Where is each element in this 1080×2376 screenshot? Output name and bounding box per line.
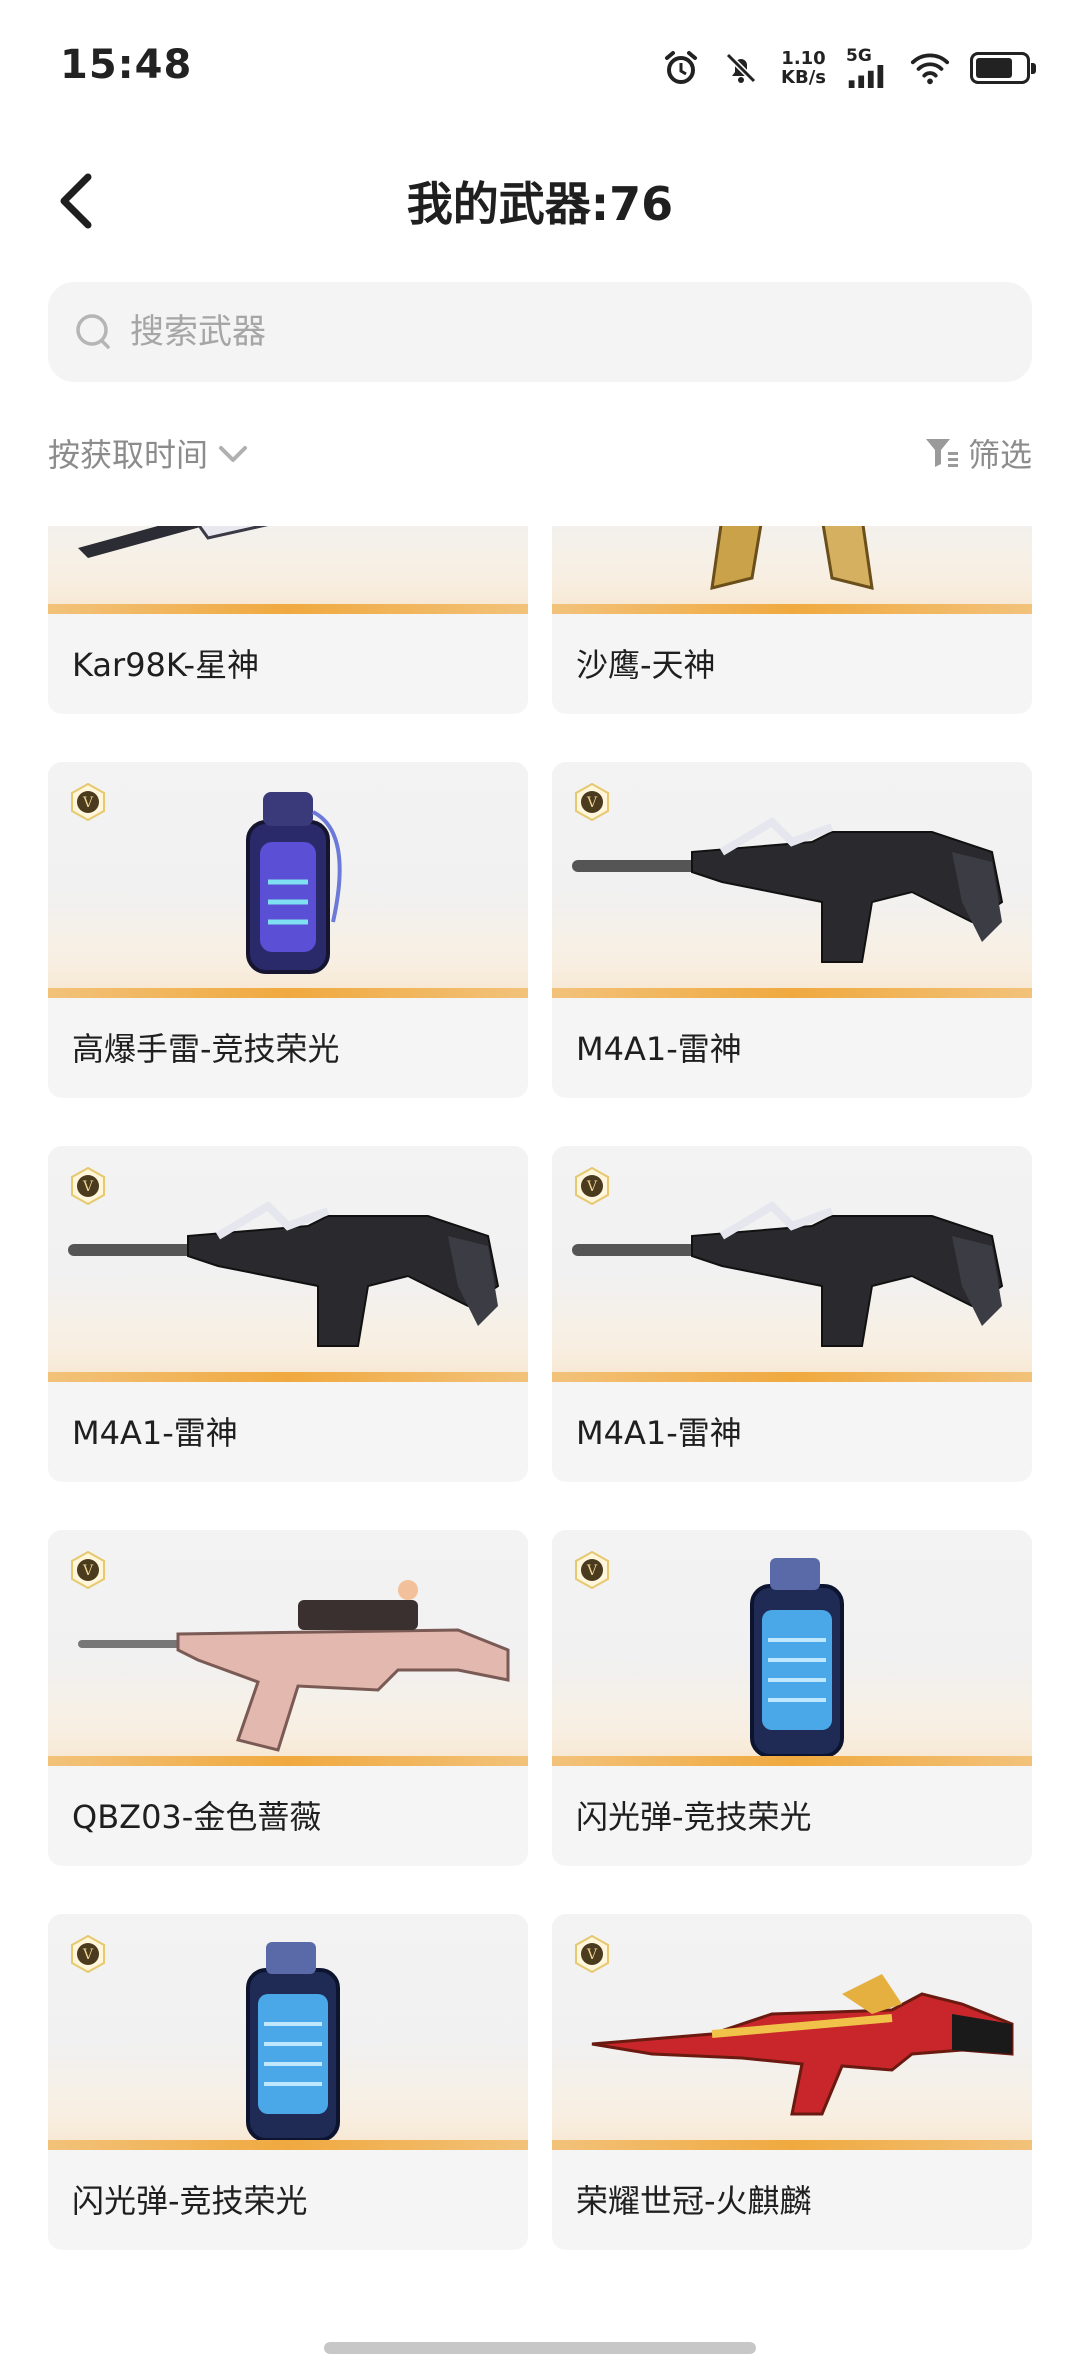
weapon-name: 闪光弹-竞技荣光 [576, 1798, 812, 1836]
weapon-card[interactable]: V M4A1-雷神 [552, 1146, 1032, 1482]
v-badge-icon: V [575, 1550, 609, 1590]
svg-text:V: V [586, 795, 598, 811]
weapon-card[interactable]: V QBZ03-金色蔷薇 [48, 1530, 528, 1866]
page-title: 我的武器:76 [406, 177, 674, 231]
weapon-card[interactable]: V 沙鹰-天神 [552, 526, 1032, 714]
filter-label: 筛选 [967, 436, 1032, 474]
search-input[interactable] [128, 311, 992, 353]
v-badge-icon: V [71, 1934, 105, 1974]
weapon-art [572, 816, 1004, 963]
weapon-image: V [552, 1530, 1032, 1766]
weapon-art [68, 1200, 500, 1347]
weapon-image: V [48, 526, 528, 614]
weapon-image: V [552, 1146, 1032, 1382]
v-badge-icon: V [575, 782, 609, 822]
signal-icon: 5G [846, 48, 890, 88]
wifi-icon [910, 48, 950, 88]
weapon-art [78, 1580, 510, 1752]
status-time: 15:48 [60, 42, 193, 88]
weapon-image: V [552, 762, 1032, 998]
weapon-card[interactable]: V 荣耀世冠-火麒麟 [552, 1914, 1032, 2250]
svg-text:V: V [82, 1947, 94, 1963]
weapon-name: Kar98K-星神 [72, 646, 260, 684]
status-icons: 1.10 KB/s 5G [661, 48, 1036, 88]
search-icon [76, 314, 110, 349]
weapon-image: V [552, 526, 1032, 614]
weapon-card[interactable]: V 闪光弹-竞技荣光 [552, 1530, 1032, 1866]
net-speed-unit: KB/s [781, 67, 826, 88]
v-badge-icon: V [71, 1166, 105, 1206]
weapon-image: V [48, 762, 528, 998]
net-speed: 1.10 KB/s [781, 49, 826, 87]
search-bar[interactable] [48, 282, 1032, 382]
weapon-name: M4A1-雷神 [72, 1414, 238, 1452]
v-badge-icon: V [71, 1550, 105, 1590]
sort-dropdown[interactable]: 按获取时间 [48, 430, 250, 476]
weapon-art [750, 1558, 844, 1758]
weapon-card[interactable]: V M4A1-雷神 [552, 762, 1032, 1098]
svg-text:V: V [586, 1179, 598, 1195]
svg-text:V: V [82, 1179, 94, 1195]
alarm-icon [661, 48, 701, 88]
weapon-grid: V Kar98K-星神 V 沙鹰-天神 V 高爆手雷-竞技荣光 V M4A1-雷神 V M4A1-… [48, 526, 1032, 2250]
battery-icon [970, 52, 1036, 84]
sort-filter-row: 按获取时间 筛选 [48, 430, 1032, 490]
svg-text:V: V [586, 1563, 598, 1579]
weapon-art [78, 526, 269, 558]
weapon-art [572, 1200, 1004, 1347]
weapon-image: V [48, 1146, 528, 1382]
chevron-down-icon [219, 446, 248, 462]
status-bar: 15:48 1.10 KB/s 5G [0, 0, 1080, 140]
sort-label: 按获取时间 [48, 436, 209, 474]
top-nav: 我的武器:76 [0, 150, 1080, 250]
filter-button[interactable]: 筛选 [924, 430, 1032, 476]
weapon-art [710, 526, 874, 590]
weapon-name: 闪光弹-竞技荣光 [72, 2182, 308, 2220]
weapon-art [246, 792, 342, 974]
filter-icon [925, 439, 958, 467]
weapon-card[interactable]: V 闪光弹-竞技荣光 [48, 1914, 528, 2250]
v-badge-icon: V [575, 1934, 609, 1974]
weapon-list[interactable]: V Kar98K-星神 V 沙鹰-天神 V 高爆手雷-竞技荣光 V M4A1-雷神 V M4A1-… [0, 526, 1080, 2320]
weapon-name: QBZ03-金色蔷薇 [72, 1798, 322, 1836]
weapon-card[interactable]: V 高爆手雷-竞技荣光 [48, 762, 528, 1098]
battery-fill [976, 58, 1012, 78]
weapon-art [591, 1974, 1014, 2116]
weapon-image: V [48, 1530, 528, 1766]
home-indicator[interactable] [324, 2342, 756, 2354]
net-speed-value: 1.10 [781, 48, 826, 69]
mute-bell-icon [721, 48, 761, 88]
network-type: 5G [846, 46, 872, 66]
weapon-name: 沙鹰-天神 [576, 646, 716, 684]
weapon-name: M4A1-雷神 [576, 1030, 742, 1068]
weapon-art [246, 1942, 340, 2142]
weapon-name: 荣耀世冠-火麒麟 [576, 2182, 812, 2220]
weapon-image: V [48, 1914, 528, 2150]
weapon-name: 高爆手雷-竞技荣光 [72, 1030, 340, 1068]
weapon-card[interactable]: V M4A1-雷神 [48, 1146, 528, 1482]
svg-text:V: V [82, 1563, 94, 1579]
weapon-card[interactable]: V Kar98K-星神 [48, 526, 528, 714]
weapon-name: M4A1-雷神 [576, 1414, 742, 1452]
v-badge-icon: V [71, 782, 105, 822]
svg-text:V: V [586, 1947, 598, 1963]
weapon-image: V [552, 1914, 1032, 2150]
svg-text:V: V [82, 795, 94, 811]
v-badge-icon: V [575, 1166, 609, 1206]
